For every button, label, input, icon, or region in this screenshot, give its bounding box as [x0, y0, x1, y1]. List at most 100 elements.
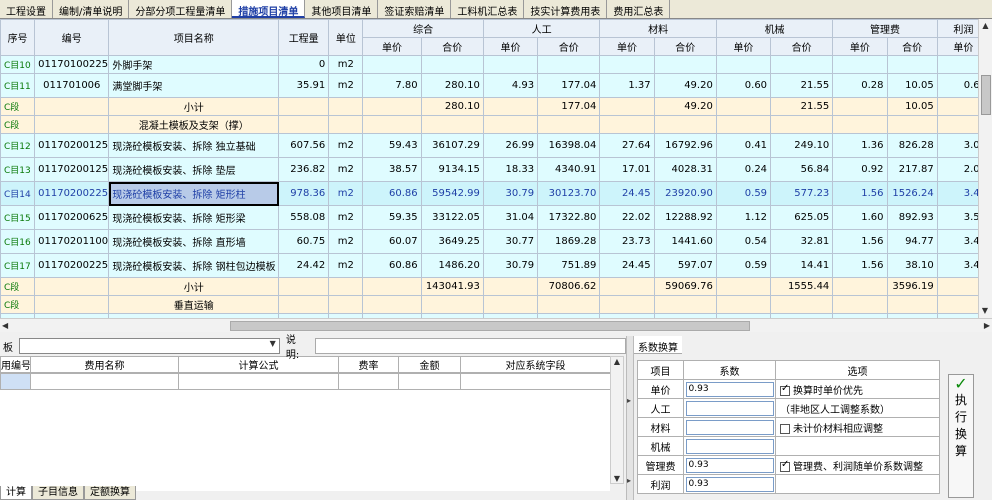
cell-value[interactable]: 4.93	[482, 73, 539, 98]
col-unit-price[interactable]: 单价	[599, 37, 655, 56]
cell-value[interactable]: 56.84	[770, 157, 834, 182]
cell-value[interactable]	[715, 295, 772, 314]
cell-seq[interactable]: C段	[0, 295, 36, 314]
cell-code[interactable]	[34, 277, 110, 296]
cell-code[interactable]: 011702001256	[34, 157, 110, 182]
grid-row[interactable]: C目13 011702001256 现浇砼模板安装、拆除 垫层 236.82 m2 38.…	[0, 157, 978, 182]
cell-unit[interactable]	[328, 295, 364, 314]
tab-8[interactable]: 费用汇总表	[607, 0, 671, 18]
cell-value[interactable]: 23920.90	[653, 181, 717, 206]
cell-value[interactable]: 0.41	[715, 133, 772, 158]
grid-row[interactable]: C段 混凝土模板及支架（撑）	[0, 115, 978, 134]
fee-col-3[interactable]: 费率	[338, 356, 399, 373]
cell-value[interactable]	[715, 55, 772, 74]
cell-value[interactable]	[832, 295, 888, 314]
grid-row[interactable]: C目10 011701002254 外脚手架 0 m2	[0, 55, 978, 74]
cell-name[interactable]: 满堂脚手架	[108, 73, 280, 98]
cell-unit[interactable]	[328, 97, 364, 116]
cell-qty[interactable]	[278, 277, 330, 296]
cell-value[interactable]: 9134.15	[420, 157, 484, 182]
cell-value[interactable]	[832, 55, 888, 74]
cell-value[interactable]: 30123.70	[537, 181, 601, 206]
col-unit-price[interactable]: 单价	[936, 37, 978, 56]
tab-3[interactable]: 措施项目清单	[232, 0, 306, 18]
cell-code[interactable]: 011702001255	[34, 133, 110, 158]
cell-value[interactable]: 177.04	[537, 73, 601, 98]
col-total[interactable]: 合价	[770, 37, 834, 56]
cell-qty[interactable]: 607.56	[278, 133, 330, 158]
cell-value[interactable]	[599, 277, 655, 296]
cell-value[interactable]: 24.45	[599, 253, 655, 278]
cell-value[interactable]: 3.57	[936, 205, 978, 230]
cell-value[interactable]: 597.07	[653, 253, 717, 278]
cell-value[interactable]	[537, 115, 601, 134]
cell-value[interactable]: 38.57	[362, 157, 422, 182]
cell-unit[interactable]: m2	[328, 73, 364, 98]
col-unit-price[interactable]: 单价	[715, 37, 772, 56]
coef-option[interactable]: 管理费、利润随单价系数调整	[775, 455, 940, 475]
chevron-right-icon[interactable]: ▸	[627, 396, 631, 405]
tab-4[interactable]: 其他项目清单	[305, 0, 379, 18]
cell-value[interactable]	[599, 295, 655, 314]
cell-name[interactable]: 小计	[108, 97, 280, 116]
cell-code[interactable]: 011702006259	[34, 205, 110, 230]
cell-value[interactable]	[886, 115, 938, 134]
coef-value-input[interactable]	[685, 476, 774, 492]
cell-value[interactable]	[653, 295, 717, 314]
checkbox-icon[interactable]	[780, 459, 790, 472]
cell-value[interactable]: 33122.05	[420, 205, 484, 230]
cell-value[interactable]	[420, 295, 484, 314]
cell-value[interactable]: 59069.76	[653, 277, 717, 296]
cell-value[interactable]: 24.45	[599, 181, 655, 206]
cell-value[interactable]: 32.81	[770, 229, 834, 254]
cell-value[interactable]	[715, 115, 772, 134]
col-code[interactable]: 编号	[34, 19, 110, 56]
cell-value[interactable]: 3.04	[936, 133, 978, 158]
cell-value[interactable]	[362, 295, 422, 314]
cell-seq[interactable]: C目13	[0, 157, 36, 182]
cell-value[interactable]: 0.54	[715, 229, 772, 254]
cell-seq[interactable]: C目14	[0, 181, 36, 206]
cell-value[interactable]: 1.56	[832, 253, 888, 278]
cell-value[interactable]: 49.20	[653, 97, 717, 116]
cell-value[interactable]: 4028.31	[653, 157, 717, 182]
cell-value[interactable]	[886, 295, 938, 314]
cell-value[interactable]	[770, 115, 834, 134]
grid-row[interactable]: C目11 011701006 满堂脚手架 35.91 m2 7.80 280.10 4.93 1…	[0, 73, 978, 98]
cell-value[interactable]: 30.79	[482, 253, 539, 278]
coef-option[interactable]: 未计价材料相应调整	[775, 417, 940, 437]
col-unit-price[interactable]: 单价	[362, 37, 422, 56]
cell-value[interactable]: 1.37	[599, 73, 655, 98]
cell-unit[interactable]: m2	[328, 55, 364, 74]
scroll-left-arrow-icon[interactable]: ◀	[2, 319, 8, 333]
cell-value[interactable]: 10.05	[886, 97, 938, 116]
scroll-thumb[interactable]	[981, 75, 991, 115]
cell-unit[interactable]: m2	[328, 229, 364, 254]
cell-value[interactable]	[715, 277, 772, 296]
cell-value[interactable]: 0.92	[832, 157, 888, 182]
cell-qty[interactable]: 236.82	[278, 157, 330, 182]
cell-value[interactable]	[482, 277, 539, 296]
cell-value[interactable]: 217.87	[886, 157, 938, 182]
col-total[interactable]: 合价	[420, 37, 484, 56]
cell-value[interactable]	[653, 115, 717, 134]
cell-value[interactable]: 1.12	[715, 205, 772, 230]
grid-horizontal-scrollbar[interactable]: ◀ ▶	[0, 318, 992, 332]
cell-value[interactable]: 625.05	[770, 205, 834, 230]
cell-code[interactable]: 011701006	[34, 73, 110, 98]
col-total[interactable]: 合价	[537, 37, 601, 56]
cell-value[interactable]: 577.23	[770, 181, 834, 206]
cell-seq[interactable]: C目16	[0, 229, 36, 254]
cell-value[interactable]: 30.77	[482, 229, 539, 254]
grid-row[interactable]: C目17 011702002257 现浇砼模板安装、拆除 钢柱包边模板 24.42 m2…	[0, 253, 978, 278]
cell-name[interactable]: 垂直运输	[108, 295, 280, 314]
cell-seq[interactable]: C目12	[0, 133, 36, 158]
fee-row-selected[interactable]	[0, 373, 31, 390]
cell-value[interactable]	[832, 277, 888, 296]
cell-value[interactable]: 1526.24	[886, 181, 938, 206]
chevron-right-icon[interactable]: ▸	[627, 476, 631, 485]
grid-row[interactable]: C段 垂直运输	[0, 295, 978, 314]
cell-value[interactable]: 3.48	[936, 253, 978, 278]
cell-code[interactable]	[34, 115, 110, 134]
cell-value[interactable]: 0.61	[936, 73, 978, 98]
